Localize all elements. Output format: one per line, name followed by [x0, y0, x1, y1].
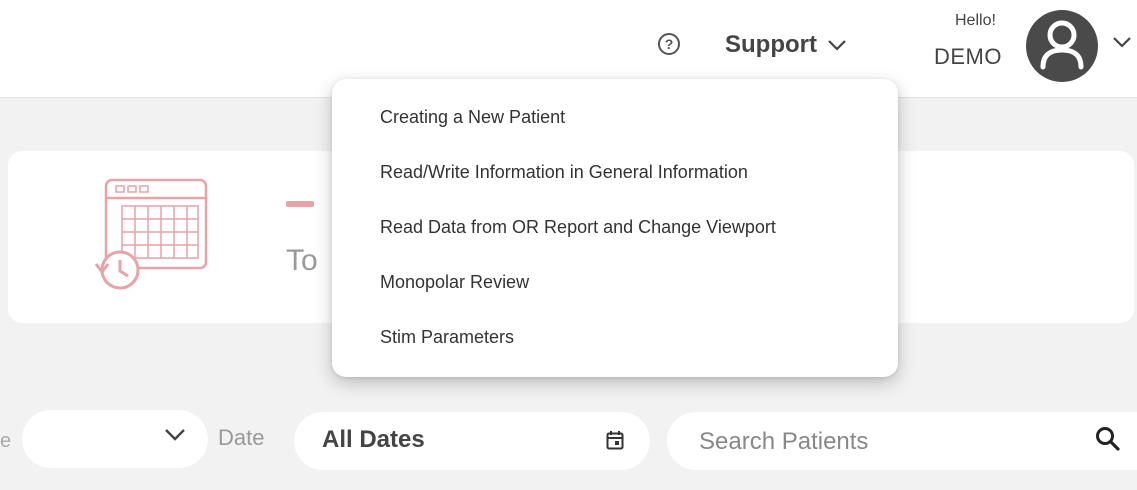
- support-dropdown-menu: Creating a New Patient Read/Write Inform…: [332, 79, 898, 377]
- patient-search-box[interactable]: [667, 412, 1137, 470]
- search-input[interactable]: [697, 424, 1081, 460]
- user-icon: [1040, 20, 1084, 70]
- menu-item-monopolar-review[interactable]: Monopolar Review: [380, 272, 529, 293]
- date-filter-label: Date: [218, 425, 265, 450]
- menu-item-read-or-report[interactable]: Read Data from OR Report and Change View…: [380, 217, 776, 238]
- chevron-down-icon: [828, 40, 846, 51]
- user-name: DEMO: [934, 44, 1002, 69]
- calendar-history-icon: [94, 178, 208, 290]
- filter-label-fragment: e: [0, 430, 12, 452]
- account-chevron-down-icon[interactable]: [1112, 36, 1132, 48]
- chevron-down-icon: [165, 429, 185, 441]
- search-icon[interactable]: [1095, 426, 1121, 452]
- help-glyph: ?: [664, 36, 674, 52]
- calendar-icon[interactable]: [606, 430, 624, 450]
- menu-item-creating-new-patient[interactable]: Creating a New Patient: [380, 107, 565, 128]
- support-label: Support: [725, 31, 817, 58]
- status-filter-select[interactable]: [22, 410, 208, 468]
- date-filter-picker[interactable]: All Dates: [294, 412, 650, 470]
- menu-item-read-write-general-info[interactable]: Read/Write Information in General Inform…: [380, 162, 748, 183]
- date-filter-value: All Dates: [322, 426, 425, 453]
- greeting-text: Hello!: [955, 12, 996, 29]
- support-menu-button[interactable]: Support: [725, 28, 847, 62]
- patient-name-placeholder: [286, 201, 314, 207]
- avatar[interactable]: [1026, 10, 1098, 82]
- question-circle-icon[interactable]: ?: [658, 33, 680, 55]
- menu-item-stim-parameters[interactable]: Stim Parameters: [380, 327, 514, 348]
- patient-subtitle-fragment: To: [286, 244, 318, 277]
